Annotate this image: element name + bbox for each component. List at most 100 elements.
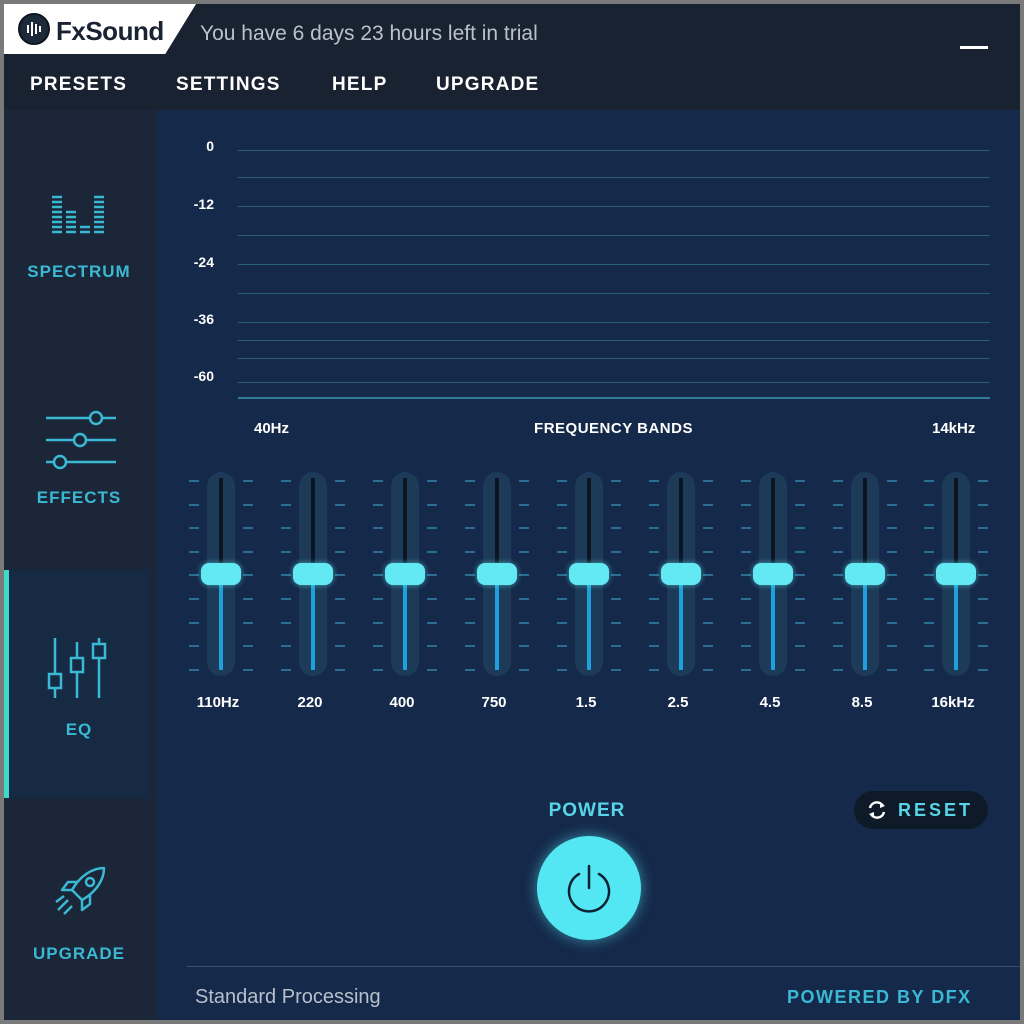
eq-tick <box>833 598 843 600</box>
eq-tick <box>611 574 621 577</box>
slider-track-fill <box>954 574 958 670</box>
logo-text: FxSound <box>56 16 164 46</box>
eq-tick <box>611 668 621 671</box>
eq-tick <box>189 668 199 671</box>
rocket-icon <box>55 866 106 915</box>
slider-thumb[interactable] <box>936 563 976 585</box>
eq-tick <box>465 527 475 530</box>
slider-track-fill <box>863 574 867 670</box>
eq-tick <box>703 527 713 530</box>
slider-track-empty <box>954 478 958 574</box>
power-icon <box>567 864 611 913</box>
eq-tick <box>243 645 253 648</box>
eq-tick <box>887 621 897 624</box>
eq-tick <box>978 503 988 506</box>
eq-tick <box>281 574 291 577</box>
minimize-button[interactable] <box>960 46 988 49</box>
eq-slider[interactable] <box>920 472 992 682</box>
eq-slider[interactable] <box>277 472 349 682</box>
eq-slider[interactable] <box>645 472 717 682</box>
eq-tick <box>741 598 751 600</box>
reset-button[interactable]: RESET <box>854 791 988 829</box>
eq-tick <box>189 503 199 506</box>
eq-tick <box>833 574 843 577</box>
slider-track-fill <box>403 574 407 670</box>
eq-tick <box>373 668 383 671</box>
menu-upgrade[interactable]: UPGRADE <box>436 74 539 96</box>
slider-thumb[interactable] <box>477 563 517 585</box>
eq-slider[interactable] <box>829 472 901 682</box>
sidebar-item-label: EQ <box>65 720 93 739</box>
slider-thumb[interactable] <box>201 563 241 585</box>
slider-track-fill <box>495 574 499 670</box>
eq-slider[interactable] <box>737 472 809 682</box>
eq-tick <box>281 480 291 482</box>
eq-tick <box>611 645 621 648</box>
sidebar-item-eq[interactable]: EQ <box>4 570 150 798</box>
logo-icon <box>18 13 50 45</box>
eq-tick <box>611 621 621 624</box>
sidebar-item-spectrum[interactable]: SPECTRUM <box>4 150 150 300</box>
band-label: 400 <box>389 694 415 711</box>
slider-thumb[interactable] <box>661 563 701 585</box>
slider-track-empty <box>219 478 223 574</box>
eq-tick <box>427 668 437 671</box>
eq-tick <box>557 550 567 553</box>
eq-tick <box>978 645 988 648</box>
eq-tick <box>611 503 621 506</box>
eq-tick <box>335 550 345 553</box>
eq-tick <box>978 668 988 671</box>
active-indicator <box>4 570 9 798</box>
eq-tick <box>887 668 897 671</box>
eq-panel: 0 -12 -24 -36 -60 40Hz FREQUENCY BANDS 1… <box>157 110 1020 1020</box>
slider-track-empty <box>771 478 775 574</box>
eq-tick <box>611 598 621 600</box>
eq-tick <box>703 480 713 482</box>
eq-tick <box>335 668 345 671</box>
eq-tick <box>795 621 805 624</box>
eq-tick <box>373 645 383 648</box>
eq-tick <box>427 503 437 506</box>
sidebar: SPECTRUM EFFECTS EQ UPGRADE <box>4 110 157 1020</box>
eq-tick <box>557 574 567 577</box>
eq-tick <box>611 480 621 482</box>
menu-help[interactable]: HELP <box>332 74 387 96</box>
eq-tick <box>924 550 934 553</box>
slider-thumb[interactable] <box>293 563 333 585</box>
menu-settings[interactable]: SETTINGS <box>176 74 281 96</box>
eq-tick <box>519 645 529 648</box>
eq-tick <box>557 480 567 482</box>
slider-thumb[interactable] <box>569 563 609 585</box>
slider-thumb[interactable] <box>845 563 885 585</box>
eq-tick <box>978 527 988 530</box>
sidebar-item-effects[interactable]: EFFECTS <box>4 380 150 530</box>
sliders-icon <box>46 410 116 470</box>
power-label: POWER <box>548 800 626 821</box>
eq-slider[interactable] <box>553 472 625 682</box>
eq-tick <box>649 645 659 648</box>
band-label: 750 <box>481 694 507 711</box>
eq-slider[interactable] <box>461 472 533 682</box>
power-button[interactable] <box>537 836 641 940</box>
slider-track-empty <box>495 478 499 574</box>
slider-track-fill <box>311 574 315 670</box>
eq-tick <box>243 598 253 600</box>
eq-tick <box>741 645 751 648</box>
sidebar-item-upgrade[interactable]: UPGRADE <box>4 850 150 1000</box>
refresh-icon <box>868 801 886 819</box>
eq-slider[interactable] <box>185 472 257 682</box>
eq-tick <box>557 503 567 506</box>
eq-tick <box>611 550 621 553</box>
eq-tick <box>557 527 567 530</box>
eq-tick <box>833 645 843 648</box>
slider-thumb[interactable] <box>753 563 793 585</box>
db-label: -60 <box>193 368 214 384</box>
eq-tick <box>649 668 659 671</box>
eq-tick <box>465 550 475 553</box>
footer-divider <box>187 966 1020 967</box>
menu-presets[interactable]: PRESETS <box>30 74 127 96</box>
band-label: 4.5 <box>759 694 781 711</box>
slider-thumb[interactable] <box>385 563 425 585</box>
eq-slider[interactable] <box>369 472 441 682</box>
eq-tick <box>741 527 751 530</box>
